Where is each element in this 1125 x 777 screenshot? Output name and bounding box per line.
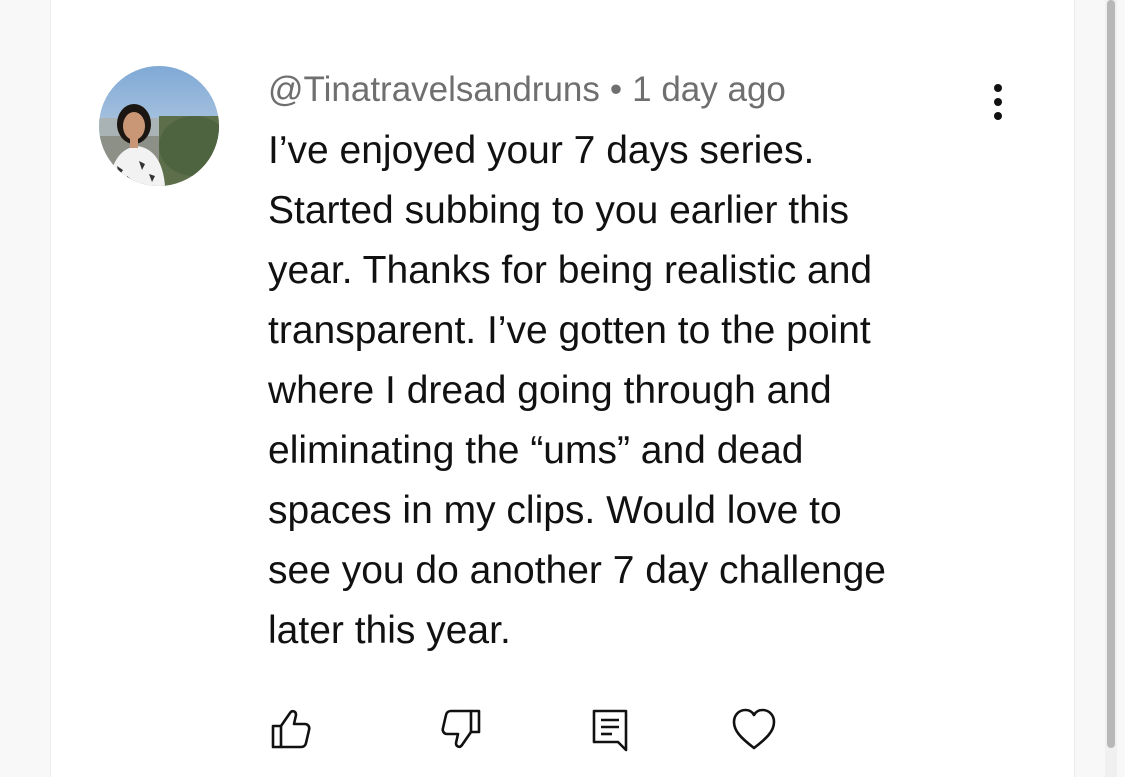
comment-timestamp[interactable]: 1 day ago [632,70,786,109]
avatar-image [99,66,219,186]
heart-icon [732,708,776,750]
more-vert-icon[interactable] [978,78,1018,126]
comment-meta: @Tinatravelsandruns • 1 day ago [268,68,786,112]
heart-button[interactable] [729,704,779,754]
reply-button[interactable] [586,704,636,754]
like-button[interactable] [266,704,316,754]
author-handle[interactable]: @Tinatravelsandruns [268,70,600,109]
meta-separator: • [609,70,623,109]
thumbs-up-icon [271,709,311,749]
thumbs-down-icon [441,709,481,749]
dislike-button[interactable] [436,704,486,754]
scrollbar-thumb[interactable] [1107,0,1115,748]
avatar[interactable] [99,66,219,186]
reply-comment-icon [592,709,628,752]
comment-text: I’ve enjoyed your 7 days series. Started… [268,129,886,652]
